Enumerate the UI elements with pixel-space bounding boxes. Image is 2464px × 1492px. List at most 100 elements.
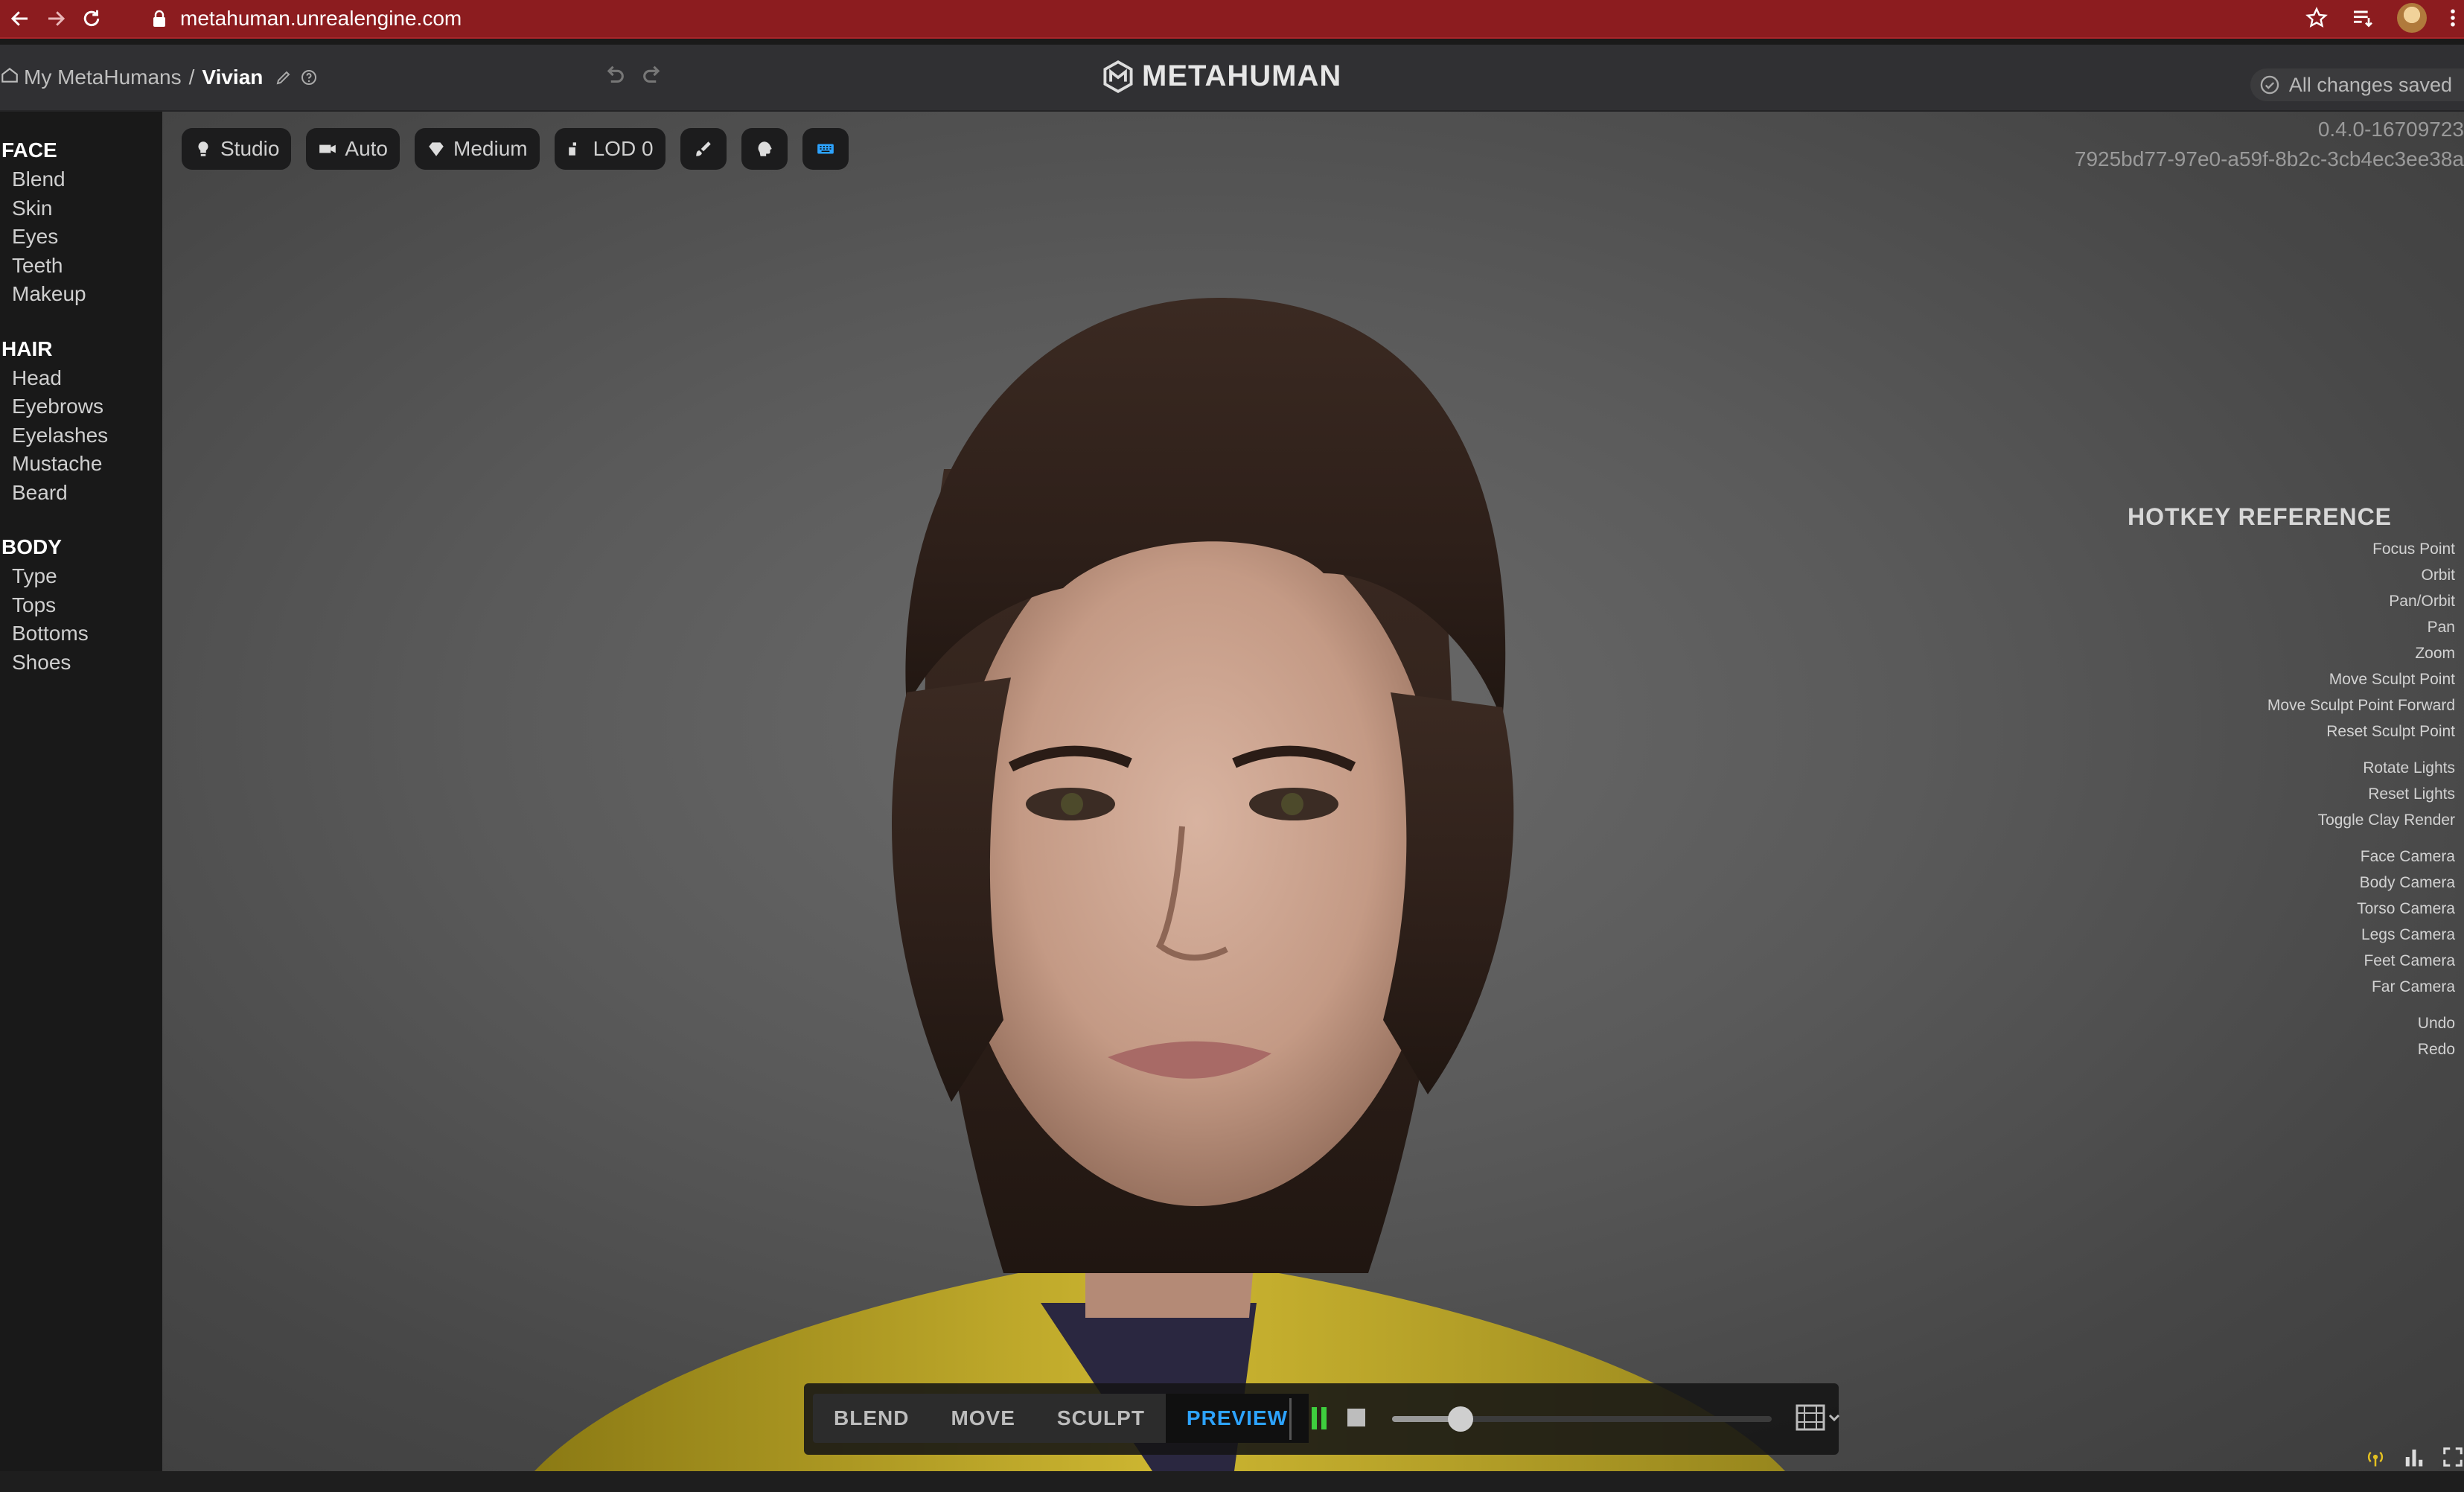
reading-list-icon[interactable] — [2351, 6, 2375, 30]
sidebar-item-tops[interactable]: Tops — [0, 591, 162, 620]
sidebar-item-head[interactable]: Head — [0, 364, 162, 393]
pause-icon[interactable] — [1310, 1406, 1330, 1431]
section-hair-title: HAIR — [1, 337, 53, 360]
quality-label: Medium — [453, 137, 528, 160]
sidebar: FACE Blend Skin Eyes Teeth Makeup HAIR H… — [0, 112, 162, 1471]
clay-render-toggle-button[interactable] — [741, 128, 788, 170]
sidebar-item-shoes[interactable]: Shoes — [0, 648, 162, 678]
lock-icon — [153, 10, 165, 27]
version-hash: 7925bd77-97e0-a59f-8b2c-3cb4ec3ee38a — [2074, 147, 2464, 170]
mode-tab-blend[interactable]: BLEND — [813, 1394, 930, 1443]
sidebar-item-makeup[interactable]: Makeup — [0, 280, 162, 309]
hotkey-label: Reset Sculpt Point — [2326, 723, 2455, 740]
hotkey-row: Reset LightsSHIFT + L — [2128, 785, 2464, 808]
brush-icon — [695, 141, 711, 156]
hotkey-row: Torso Camera3 — [2128, 900, 2464, 922]
address-bar[interactable]: metahuman.unrealengine.com — [180, 7, 462, 31]
hotkey-label: Reset Lights — [2368, 785, 2455, 803]
timeline-scrubber[interactable] — [1392, 1406, 1772, 1432]
camera-button[interactable]: Auto — [306, 128, 400, 170]
lod-button[interactable]: LOD 0 — [554, 128, 666, 170]
save-status-text: All changes saved — [2288, 73, 2452, 96]
star-icon[interactable] — [2305, 6, 2329, 30]
viewport-toolbar: Studio Auto Medium LOD 0 — [182, 128, 849, 170]
arrow-left-icon — [10, 11, 28, 26]
forward-button[interactable] — [40, 3, 71, 34]
reload-button[interactable] — [76, 3, 107, 34]
broadcast-icon — [2367, 1451, 2384, 1467]
sidebar-item-mustache[interactable]: Mustache — [0, 450, 162, 479]
lod-label: LOD 0 — [593, 137, 654, 160]
mode-tab-preview[interactable]: PREVIEW — [1165, 1394, 1309, 1443]
hotkey-row: Pan/OrbitMMB — [2128, 593, 2464, 615]
fullscreen-icon[interactable] — [2442, 1446, 2464, 1468]
hotkey-title: HOTKEY REFERENCE — [2128, 503, 2393, 530]
hotkey-row: Move Sculpt PointLMB — [2128, 671, 2464, 693]
check-circle-icon — [2260, 75, 2279, 95]
hotkey-row: PanALT + MMB — [2128, 619, 2464, 641]
3d-viewport[interactable]: Studio Auto Medium LOD 0 0.4.0-16709723 … — [162, 112, 2464, 1471]
hotkey-row: OrbitRMB Hold — [2128, 567, 2464, 589]
hair-style-toggle-button[interactable] — [680, 128, 727, 170]
sidebar-item-skin[interactable]: Skin — [0, 194, 162, 223]
sidebar-item-teeth[interactable]: Teeth — [0, 252, 162, 281]
reload-icon — [83, 10, 100, 27]
hotkey-label: Pan/Orbit — [2389, 593, 2455, 610]
hotkey-label: Move Sculpt Point — [2329, 671, 2455, 688]
quality-button[interactable]: Medium — [415, 128, 540, 170]
bottom-strip — [0, 1471, 2464, 1492]
hotkey-row: Feet Camera5 — [2128, 952, 2464, 975]
metahuman-logo: METAHUMAN — [1102, 60, 1341, 93]
hotkey-row: Focus PointRMB Click — [2128, 541, 2464, 563]
hotkey-row: Toggle Clay RenderC — [2128, 812, 2464, 834]
pencil-icon[interactable] — [275, 68, 293, 86]
lighting-button[interactable]: Studio — [182, 128, 292, 170]
layers-icon — [568, 142, 576, 156]
help-icon[interactable] — [300, 68, 318, 86]
sidebar-item-beard[interactable]: Beard — [0, 479, 162, 508]
sidebar-item-bottoms[interactable]: Bottoms — [0, 619, 162, 648]
hotkey-label: Torso Camera — [2357, 900, 2455, 917]
sidebar-item-type[interactable]: Type — [0, 562, 162, 591]
hotkey-label: Undo — [2417, 1015, 2455, 1032]
hotkey-label: Toggle Clay Render — [2317, 812, 2455, 829]
hotkey-row: RedoCTRL + Y — [2128, 1041, 2464, 1063]
stop-icon[interactable] — [1347, 1409, 1365, 1426]
head-icon — [758, 141, 772, 156]
stats-icon[interactable] — [2403, 1446, 2425, 1468]
timeline-scrubber-handle[interactable] — [1447, 1406, 1473, 1432]
hotkey-label: Zoom — [2415, 645, 2455, 662]
breadcrumb-root[interactable]: My MetaHumans — [24, 66, 182, 89]
keyboard-icon — [817, 144, 834, 154]
home-icon[interactable] — [0, 66, 24, 90]
mode-tab-sculpt[interactable]: SCULPT — [1036, 1394, 1166, 1443]
breadcrumb-separator: / — [188, 66, 195, 89]
keyboard-hotkeys-button[interactable] — [802, 128, 849, 170]
mode-tab-move[interactable]: MOVE — [930, 1394, 1035, 1443]
undo-icon[interactable] — [601, 63, 627, 88]
browser-toolbar: metahuman.unrealengine.com — [0, 0, 2464, 37]
hotkey-row: UndoCTRL + Z — [2128, 1015, 2464, 1037]
version-info: 0.4.0-16709723 7925bd77-97e0-a59f-8b2c-3… — [2075, 115, 2464, 174]
hotkey-label: Move Sculpt Point Forward — [2267, 697, 2455, 714]
sidebar-item-eyes[interactable]: Eyes — [0, 223, 162, 252]
hotkey-label: Face Camera — [2360, 848, 2455, 865]
redo-icon[interactable] — [640, 63, 666, 88]
back-button[interactable] — [4, 3, 36, 34]
bulb-icon — [198, 141, 208, 156]
mode-divider — [1289, 1398, 1292, 1440]
sidebar-item-eyelashes[interactable]: Eyelashes — [0, 421, 162, 450]
hotkey-label: Far Camera — [2371, 978, 2455, 995]
lighting-label: Studio — [220, 137, 280, 160]
sidebar-item-blend[interactable]: Blend — [0, 165, 162, 194]
hotkey-row: Far Camera6 — [2128, 978, 2464, 1001]
hotkey-row: Move Sculpt Point ForwardCTRL + LMB — [2128, 697, 2464, 719]
metahuman-logo-icon — [1103, 60, 1133, 93]
sidebar-item-eyebrows[interactable]: Eyebrows — [0, 392, 162, 421]
profile-avatar[interactable] — [2397, 3, 2427, 33]
hotkey-label: Redo — [2417, 1041, 2455, 1058]
hotkey-label: Body Camera — [2359, 874, 2455, 891]
camera-label: Auto — [345, 137, 389, 160]
film-icon[interactable] — [1794, 1403, 1843, 1432]
more-menu-icon[interactable] — [2449, 6, 2457, 30]
